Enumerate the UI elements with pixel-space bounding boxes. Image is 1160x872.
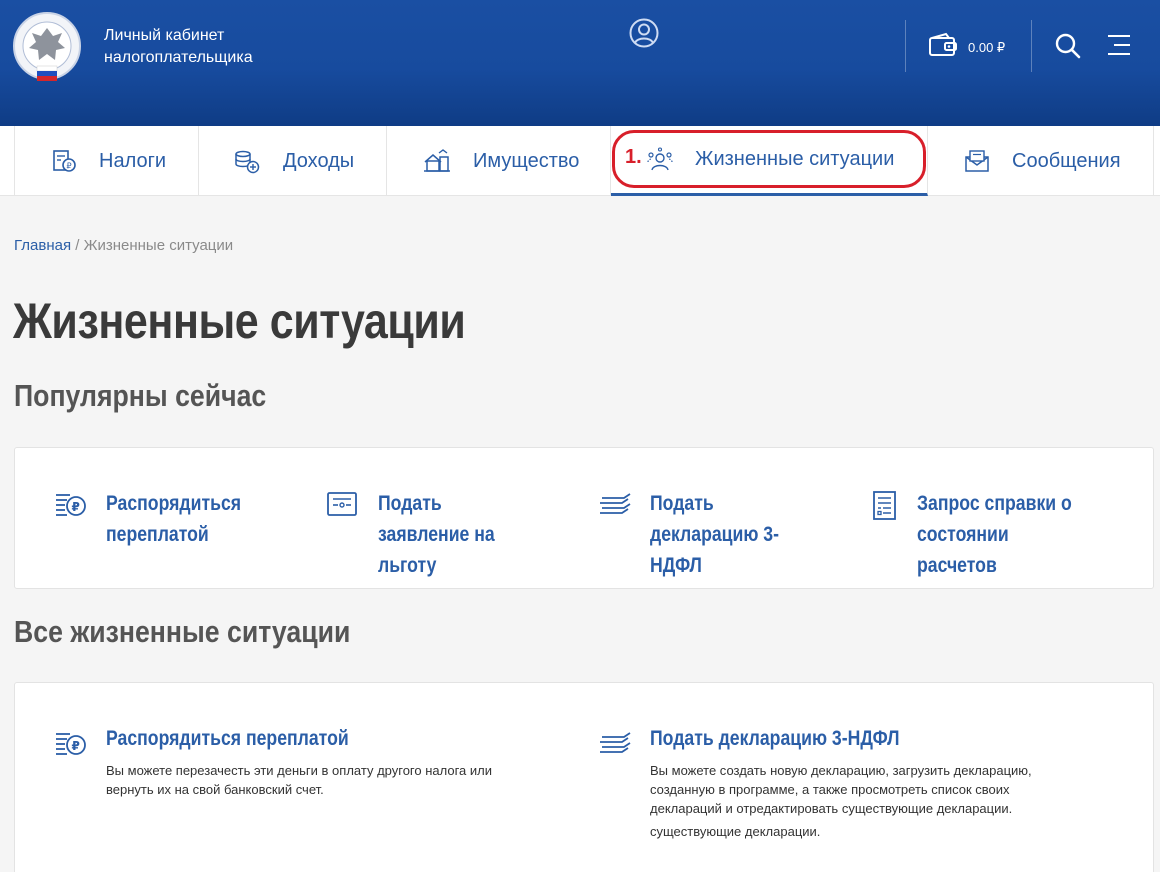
brand-line-2: налогоплательщика bbox=[104, 49, 253, 66]
tab-label: Налоги bbox=[99, 149, 167, 172]
annotation-number: 1. bbox=[625, 146, 642, 168]
main-nav-tabs: ₽ Налоги Доходы Имущество Жизненные ситу… bbox=[0, 126, 1160, 196]
all-situations-card: ₽ Распорядиться переплатой Вы можете пер… bbox=[14, 682, 1154, 872]
tab-messages[interactable]: Сообщения bbox=[928, 126, 1154, 196]
situation-title-link[interactable]: Распорядиться переплатой bbox=[106, 727, 442, 751]
people-icon bbox=[647, 146, 673, 173]
overpayment-icon: ₽ bbox=[54, 729, 88, 799]
popular-item-certificate-request[interactable]: Запрос справки о состоянии расчетов bbox=[871, 488, 1107, 581]
wallet-button[interactable]: 0.00 ₽ bbox=[928, 32, 1005, 63]
tab-income[interactable]: Доходы bbox=[199, 126, 387, 196]
search-icon[interactable] bbox=[1054, 32, 1082, 65]
popular-item-label: Подать декларацию 3-НДФЛ bbox=[650, 492, 779, 577]
tab-taxes[interactable]: ₽ Налоги bbox=[14, 126, 199, 196]
menu-icon[interactable] bbox=[1106, 33, 1132, 62]
tab-label: Жизненные ситуации bbox=[695, 148, 895, 170]
brand-line-1: Личный кабинет bbox=[104, 27, 225, 44]
svg-text:₽: ₽ bbox=[67, 162, 72, 171]
popular-item-label: Подать заявление на льготу bbox=[378, 492, 495, 577]
wallet-icon bbox=[928, 32, 958, 63]
popular-item-label: Запрос справки о состоянии расчетов bbox=[917, 492, 1072, 577]
tab-property[interactable]: Имущество bbox=[387, 126, 611, 196]
breadcrumb: Главная / Жизненные ситуации bbox=[14, 237, 233, 254]
popular-item-label: Распорядиться переплатой bbox=[106, 492, 242, 546]
tab-label: Сообщения bbox=[1012, 149, 1121, 172]
popular-card: ₽ Распорядиться переплатой Подать заявле… bbox=[14, 447, 1154, 589]
breadcrumb-separator: / bbox=[71, 237, 84, 254]
declaration-icon bbox=[598, 729, 632, 841]
situation-description: Вы можете создать новую декларацию, загр… bbox=[650, 763, 1032, 816]
breadcrumb-home-link[interactable]: Главная bbox=[14, 237, 71, 254]
all-section-title: Все жизненные ситуации bbox=[14, 614, 351, 649]
certificate-request-icon bbox=[871, 490, 899, 581]
tab-label: Доходы bbox=[283, 149, 355, 172]
situation-title-link[interactable]: Подать декларацию 3-НДФЛ bbox=[650, 727, 1003, 751]
envelope-icon bbox=[964, 149, 990, 173]
income-coins-icon bbox=[233, 148, 261, 174]
overpayment-icon: ₽ bbox=[54, 490, 88, 550]
tab-life-situations[interactable]: Жизненные ситуации bbox=[611, 126, 928, 196]
list-item: ₽ Распорядиться переплатой Вы можете пер… bbox=[54, 727, 506, 799]
property-icon bbox=[423, 148, 451, 174]
popular-item-declaration[interactable]: Подать декларацию 3-НДФЛ bbox=[598, 488, 840, 581]
popular-item-benefit-application[interactable]: Подать заявление на льготу bbox=[326, 488, 568, 581]
application-icon bbox=[326, 490, 360, 581]
popular-item-overpayment[interactable]: ₽ Распорядиться переплатой bbox=[54, 488, 296, 550]
svg-text:₽: ₽ bbox=[72, 739, 80, 753]
tab-label: Имущество bbox=[473, 149, 580, 172]
header-divider bbox=[1031, 20, 1032, 72]
wallet-balance: 0.00 ₽ bbox=[968, 39, 1006, 55]
header-divider bbox=[905, 20, 906, 72]
brand-title[interactable]: Личный кабинет налогоплательщика bbox=[104, 25, 253, 69]
breadcrumb-current: Жизненные ситуации bbox=[83, 237, 234, 254]
user-icon[interactable] bbox=[628, 17, 660, 54]
list-item: Подать декларацию 3-НДФЛ Вы можете созда… bbox=[598, 727, 1070, 841]
situation-description-extra: существующие декларации. bbox=[650, 824, 821, 839]
declaration-icon bbox=[598, 490, 632, 581]
popular-section-title: Популярны сейчас bbox=[14, 378, 267, 413]
svg-text:₽: ₽ bbox=[72, 500, 80, 514]
tax-receipt-icon: ₽ bbox=[51, 148, 77, 174]
fns-emblem-logo[interactable] bbox=[12, 10, 82, 88]
site-header: Личный кабинет налогоплательщика 0.00 ₽ bbox=[0, 0, 1160, 126]
page-title: Жизненные ситуации bbox=[13, 293, 466, 349]
situation-description: Вы можете перезачесть эти деньги в оплат… bbox=[106, 763, 493, 797]
